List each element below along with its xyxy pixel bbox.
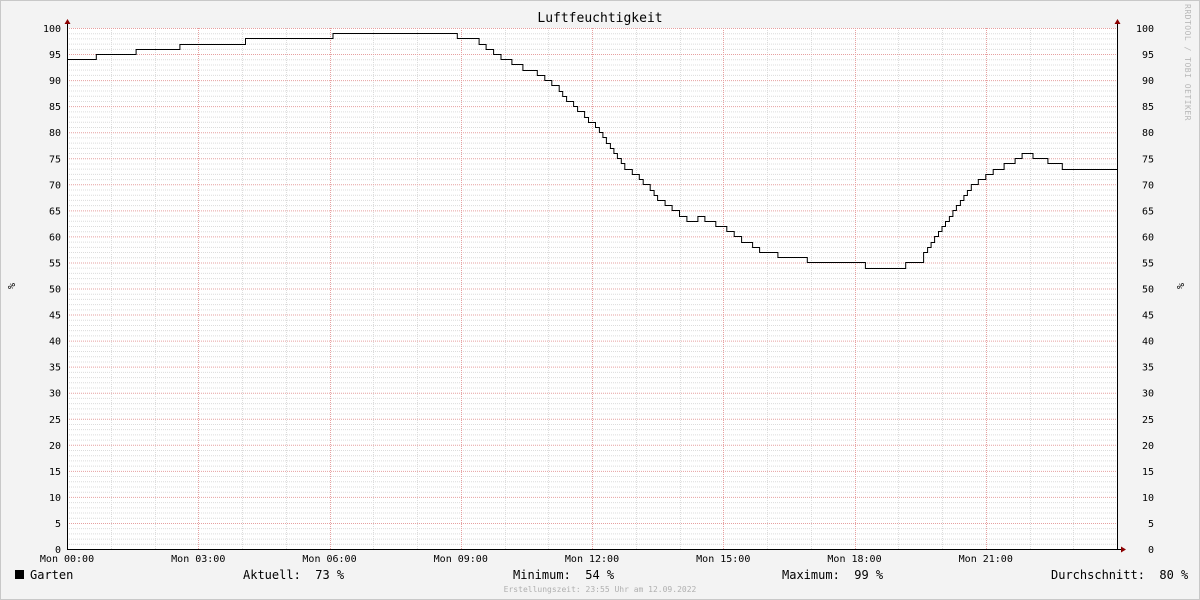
y-tick-label-right: 10 xyxy=(1142,493,1154,504)
y-tick-label-right: 65 xyxy=(1142,206,1154,217)
legend-average-value: Durchschnitt: 80 % xyxy=(1051,568,1189,582)
y-tick-label-right: 45 xyxy=(1142,311,1154,322)
x-tick-label: Mon 00:00 xyxy=(40,554,94,565)
legend-maximum-value: Maximum: 99 % xyxy=(782,568,884,582)
y-tick-label-right: 70 xyxy=(1142,180,1154,191)
y-tick-label-left: 95 xyxy=(49,50,61,61)
y-tick-label-left: 25 xyxy=(49,415,61,426)
y-tick-label-right: 75 xyxy=(1142,154,1154,165)
y-tick-label-right: 90 xyxy=(1142,76,1154,87)
y-tick-label-left: 50 xyxy=(49,285,61,296)
y-tick-label-right: 40 xyxy=(1142,337,1154,348)
y-tick-label-right: 25 xyxy=(1142,415,1154,426)
y-tick-label-left: 100 xyxy=(43,24,61,35)
legend: Garten Aktuell: 73 % Minimum: 54 % Maxim… xyxy=(0,568,1200,584)
y-tick-label-left: 60 xyxy=(49,232,61,243)
creation-timestamp: Erstellungszeit: 23:55 Uhr am 12.09.2022 xyxy=(503,585,697,594)
y-tick-label-left: 65 xyxy=(49,206,61,217)
y-tick-label-right: 0 xyxy=(1148,545,1154,556)
y-axis-arrow-left xyxy=(64,19,71,24)
y-tick-label-right: 95 xyxy=(1142,50,1154,61)
y-tick-label-right: 50 xyxy=(1142,285,1154,296)
y-tick-label-right: 35 xyxy=(1142,363,1154,374)
y-tick-label-left: 80 xyxy=(49,128,61,139)
x-tick-label: Mon 18:00 xyxy=(827,554,881,565)
y-tick-label-right: 30 xyxy=(1142,389,1154,400)
x-axis-arrow xyxy=(1121,546,1126,553)
legend-minimum-value: Minimum: 54 % xyxy=(513,568,615,582)
y-tick-label-left: 30 xyxy=(49,389,61,400)
y-tick-label-right: 15 xyxy=(1142,467,1154,478)
y-tick-label-right: 85 xyxy=(1142,102,1154,113)
y-tick-label-left: 15 xyxy=(49,467,61,478)
y-tick-label-left: 40 xyxy=(49,337,61,348)
y-tick-label-left: 20 xyxy=(49,441,61,452)
y-tick-label-right: 20 xyxy=(1142,441,1154,452)
y-axis-arrow-right xyxy=(1114,19,1121,24)
x-tick-label: Mon 12:00 xyxy=(565,554,619,565)
legend-series-label: Garten xyxy=(30,568,74,582)
y-tick-label-left: 85 xyxy=(49,102,61,113)
x-tick-label: Mon 21:00 xyxy=(959,554,1013,565)
y-tick-label-left: 70 xyxy=(49,180,61,191)
y-tick-label-left: 35 xyxy=(49,363,61,374)
y-tick-label-left: 5 xyxy=(55,519,61,530)
y-tick-label-right: 55 xyxy=(1142,258,1154,269)
y-tick-label-left: 55 xyxy=(49,258,61,269)
legend-swatch xyxy=(15,570,24,579)
y-tick-label-left: 10 xyxy=(49,493,61,504)
x-tick-label: Mon 03:00 xyxy=(171,554,225,565)
y-tick-label-right: 80 xyxy=(1142,128,1154,139)
y-tick-label-right: 60 xyxy=(1142,232,1154,243)
x-tick-label: Mon 15:00 xyxy=(696,554,750,565)
x-tick-label: Mon 09:00 xyxy=(434,554,488,565)
legend-current-value: Aktuell: 73 % xyxy=(243,568,345,582)
y-tick-label-left: 90 xyxy=(49,76,61,87)
y-tick-label-left: 75 xyxy=(49,154,61,165)
y-tick-label-left: 45 xyxy=(49,311,61,322)
line-chart: 0 05 510 1015 1520 2025 2530 3035 3540 4045 4550 50… xyxy=(40,19,1154,565)
x-tick-label: Mon 06:00 xyxy=(302,554,356,565)
y-tick-label-right: 100 xyxy=(1136,24,1154,35)
y-tick-label-right: 5 xyxy=(1148,519,1154,530)
